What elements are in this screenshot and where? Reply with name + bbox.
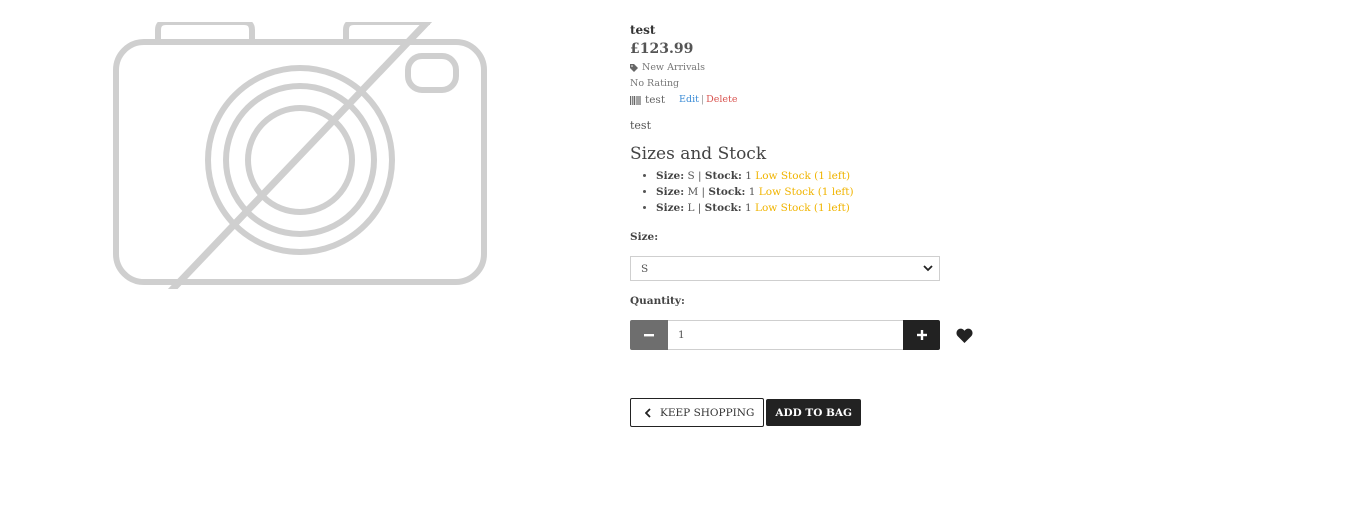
list-item: Size: S | Stock: 1 Low Stock (1 left) <box>656 168 990 184</box>
product-description: test <box>630 119 651 132</box>
list-item: Size: M | Stock: 1 Low Stock (1 left) <box>656 184 990 200</box>
stock-key: Stock: <box>704 202 742 214</box>
delete-link[interactable]: Delete <box>706 93 737 107</box>
product-category-label: New Arrivals <box>642 62 706 73</box>
low-stock-badge: Low Stock (1 left) <box>755 202 850 214</box>
quantity-label: Quantity: <box>630 295 685 307</box>
action-buttons: KEEP SHOPPING ADD TO BAG <box>630 398 990 427</box>
product-sku: test <box>645 94 666 106</box>
add-to-bag-label: ADD TO BAG <box>775 406 853 419</box>
product-details: test £123.99 New Arrivals No Rating test… <box>630 22 990 427</box>
stock-key: Stock: <box>704 170 742 182</box>
keep-shopping-label: KEEP SHOPPING <box>660 406 755 419</box>
plus-icon <box>916 330 927 340</box>
product-sku-row: test Edit | Delete <box>630 93 990 107</box>
product-image-placeholder <box>108 22 492 289</box>
stock-value: 1 <box>748 186 756 198</box>
list-item: Size: L | Stock: 1 Low Stock (1 left) <box>656 200 990 216</box>
wishlist-heart-icon[interactable] <box>956 328 973 343</box>
size-select[interactable]: S <box>630 256 940 281</box>
stock-key: Stock: <box>708 186 746 198</box>
barcode-icon <box>630 95 641 105</box>
size-select-value: S <box>641 262 649 275</box>
add-to-bag-button[interactable]: ADD TO BAG <box>766 399 862 426</box>
minus-icon <box>644 333 654 336</box>
increment-button[interactable] <box>903 320 940 350</box>
size-value: L <box>687 202 695 214</box>
stock-value: 1 <box>745 170 752 182</box>
quantity-stepper <box>630 320 990 350</box>
size-value: S <box>687 170 695 182</box>
size-select-label: Size: <box>630 231 659 243</box>
quantity-input[interactable] <box>668 320 903 350</box>
product-rating: No Rating <box>630 78 680 89</box>
size-stock-list: Size: S | Stock: 1 Low Stock (1 left) Si… <box>630 168 990 216</box>
low-stock-badge: Low Stock (1 left) <box>755 170 851 182</box>
chevron-left-icon <box>645 407 651 418</box>
edit-link[interactable]: Edit <box>679 93 699 107</box>
keep-shopping-button[interactable]: KEEP SHOPPING <box>630 398 765 427</box>
chevron-down-icon <box>923 263 933 275</box>
sizes-heading: Sizes and Stock <box>630 144 767 164</box>
size-key: Size: <box>656 186 685 198</box>
size-value: M <box>687 186 699 198</box>
no-image-camera-icon <box>113 22 487 289</box>
product-category[interactable]: New Arrivals <box>630 61 990 75</box>
size-key: Size: <box>656 170 685 182</box>
decrement-button[interactable] <box>630 320 668 350</box>
size-key: Size: <box>656 202 685 214</box>
link-separator: | <box>700 94 705 105</box>
tag-icon <box>630 64 638 72</box>
stock-value: 1 <box>744 202 752 214</box>
product-name: test <box>630 23 656 37</box>
product-price: £123.99 <box>630 41 694 57</box>
low-stock-badge: Low Stock (1 left) <box>758 186 854 198</box>
